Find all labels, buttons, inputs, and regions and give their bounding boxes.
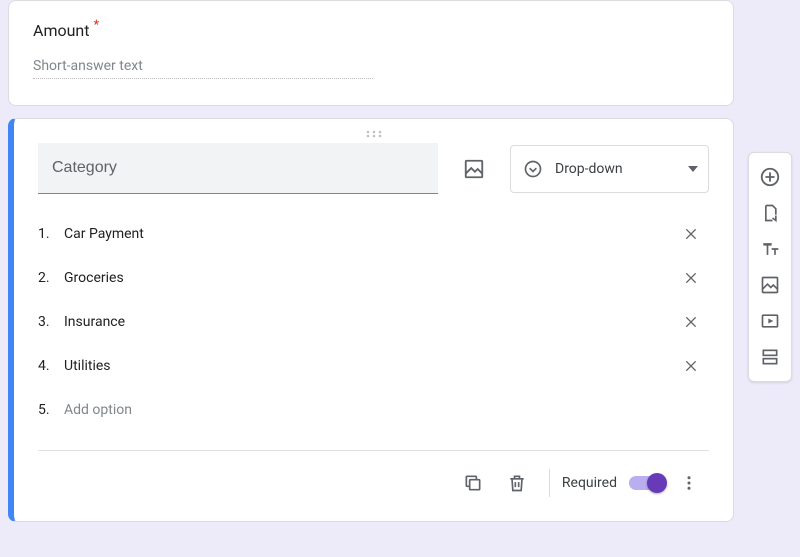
question-card-amount[interactable]: Amount * Short-answer text xyxy=(8,0,734,106)
close-icon xyxy=(683,226,699,242)
caret-down-icon xyxy=(688,166,698,172)
option-input[interactable]: Insurance xyxy=(64,308,663,336)
required-indicator: * xyxy=(93,19,99,32)
remove-option-button[interactable] xyxy=(673,260,709,296)
option-row: 4. Utilities xyxy=(38,344,709,388)
options-list: 1. Car Payment 2. Groceries xyxy=(38,212,709,432)
delete-button[interactable] xyxy=(497,463,537,503)
more-vert-icon xyxy=(680,474,698,492)
option-input[interactable]: Utilities xyxy=(64,352,663,380)
short-answer-placeholder: Short-answer text xyxy=(33,58,373,79)
add-section-button[interactable] xyxy=(749,339,791,375)
close-icon xyxy=(683,270,699,286)
option-row: 3. Insurance xyxy=(38,300,709,344)
section-icon xyxy=(760,347,780,367)
drag-handle-icon xyxy=(364,129,384,139)
add-option-label: Add option xyxy=(64,396,709,424)
question-card-category: Drop-down 1. Car Payment 2. Groce xyxy=(8,118,734,522)
vertical-divider xyxy=(549,469,550,497)
add-question-button[interactable] xyxy=(749,159,791,195)
video-icon xyxy=(760,311,780,331)
dropdown-type-icon xyxy=(523,159,543,179)
close-icon xyxy=(683,314,699,330)
plus-circle-icon xyxy=(759,166,781,188)
required-label: Required xyxy=(562,475,617,491)
import-icon xyxy=(760,203,780,223)
card-divider xyxy=(38,450,709,451)
option-input[interactable]: Car Payment xyxy=(64,220,663,248)
question-footer: Required xyxy=(38,461,709,505)
remove-option-button[interactable] xyxy=(673,348,709,384)
option-number: 1. xyxy=(38,226,54,242)
drag-handle[interactable] xyxy=(38,127,709,143)
remove-option-button[interactable] xyxy=(673,216,709,252)
more-options-button[interactable] xyxy=(669,463,709,503)
required-toggle[interactable] xyxy=(629,476,665,490)
question-type-label: Drop-down xyxy=(555,161,676,177)
add-image-button[interactable] xyxy=(454,149,494,189)
option-row: 1. Car Payment xyxy=(38,212,709,256)
add-option-row[interactable]: 5. Add option xyxy=(38,388,709,432)
add-title-button[interactable] xyxy=(749,231,791,267)
copy-icon xyxy=(463,473,483,493)
option-number: 5. xyxy=(38,402,54,418)
import-questions-button[interactable] xyxy=(749,195,791,231)
floating-toolbar xyxy=(748,152,792,382)
option-input[interactable]: Groceries xyxy=(64,264,663,292)
text-icon xyxy=(760,239,780,259)
add-video-button[interactable] xyxy=(749,303,791,339)
question-title-input[interactable] xyxy=(38,143,438,194)
add-image-toolbar-button[interactable] xyxy=(749,267,791,303)
image-icon xyxy=(760,275,780,295)
remove-option-button[interactable] xyxy=(673,304,709,340)
question-title-text: Amount xyxy=(33,21,89,40)
image-icon xyxy=(463,158,485,180)
option-number: 2. xyxy=(38,270,54,286)
trash-icon xyxy=(507,473,527,493)
question-type-select[interactable]: Drop-down xyxy=(510,145,709,193)
duplicate-button[interactable] xyxy=(453,463,493,503)
option-row: 2. Groceries xyxy=(38,256,709,300)
toggle-knob xyxy=(647,473,667,493)
question-title: Amount * xyxy=(33,21,709,40)
option-number: 4. xyxy=(38,358,54,374)
option-number: 3. xyxy=(38,314,54,330)
close-icon xyxy=(683,358,699,374)
